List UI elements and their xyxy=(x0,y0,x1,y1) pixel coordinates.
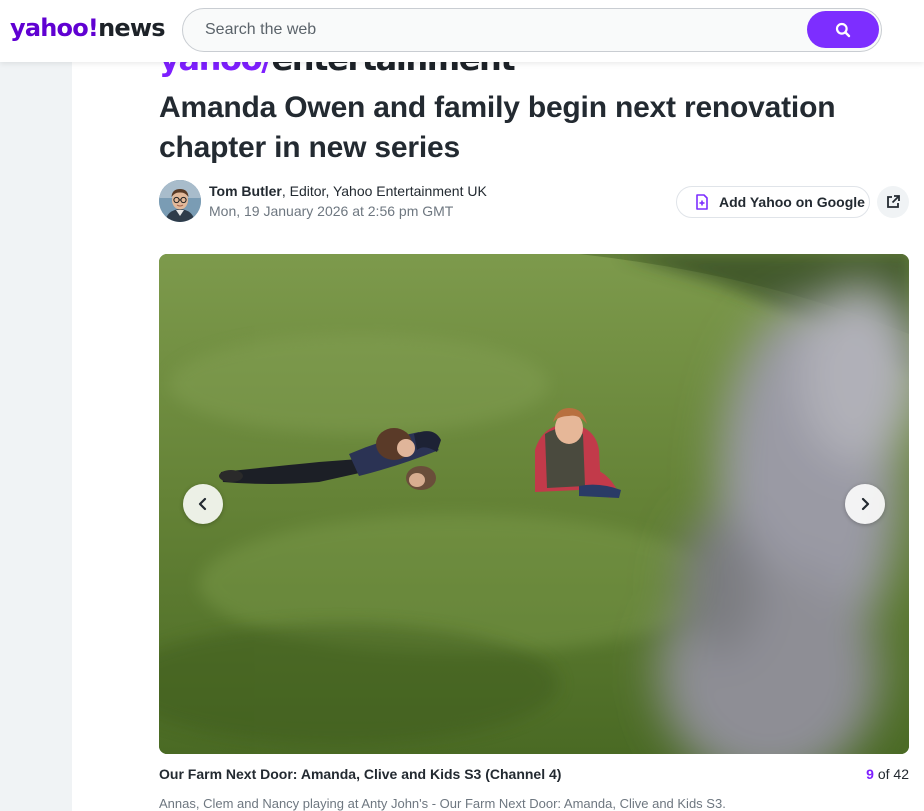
add-google-label: Add Yahoo on Google xyxy=(719,194,865,210)
gallery-caption-title: Our Farm Next Door: Amanda, Clive and Ki… xyxy=(159,766,562,782)
add-yahoo-on-google-button[interactable]: Add Yahoo on Google xyxy=(676,186,870,218)
gallery-total: of 42 xyxy=(873,766,909,782)
left-rail xyxy=(0,0,72,811)
chevron-left-icon xyxy=(198,497,207,511)
gallery-counter: 9 of 42 xyxy=(866,766,909,782)
search-button[interactable] xyxy=(807,11,879,48)
gallery-photo[interactable] xyxy=(159,254,909,754)
search-bar xyxy=(182,8,882,52)
chevron-right-icon xyxy=(861,497,870,511)
author-avatar[interactable] xyxy=(159,180,201,222)
search-input[interactable] xyxy=(205,19,785,41)
gallery-caption-text: Annas, Clem and Nancy playing at Anty Jo… xyxy=(159,796,726,811)
site-header: yahoo!news xyxy=(0,0,924,62)
external-link-icon xyxy=(887,195,900,208)
share-button[interactable] xyxy=(877,186,909,218)
publish-date: Mon, 19 January 2026 at 2:56 pm GMT xyxy=(209,203,454,219)
author-role: , Editor, Yahoo Entertainment UK xyxy=(281,183,487,199)
article-title: Amanda Owen and family begin next renova… xyxy=(159,91,836,164)
author-line: Tom Butler, Editor, Yahoo Entertainment … xyxy=(209,183,487,199)
logo-news: news xyxy=(98,14,165,42)
logo-yahoo: yahoo! xyxy=(10,14,99,42)
gallery-current-index: 9 xyxy=(866,766,874,782)
yahoo-news-logo[interactable]: yahoo!news xyxy=(10,14,165,42)
add-document-icon xyxy=(696,194,708,210)
gallery-prev-button[interactable] xyxy=(183,484,223,524)
photo-scene xyxy=(159,254,909,754)
gallery-next-button[interactable] xyxy=(845,484,885,524)
search-icon xyxy=(835,22,851,37)
author-name[interactable]: Tom Butler xyxy=(209,183,282,199)
